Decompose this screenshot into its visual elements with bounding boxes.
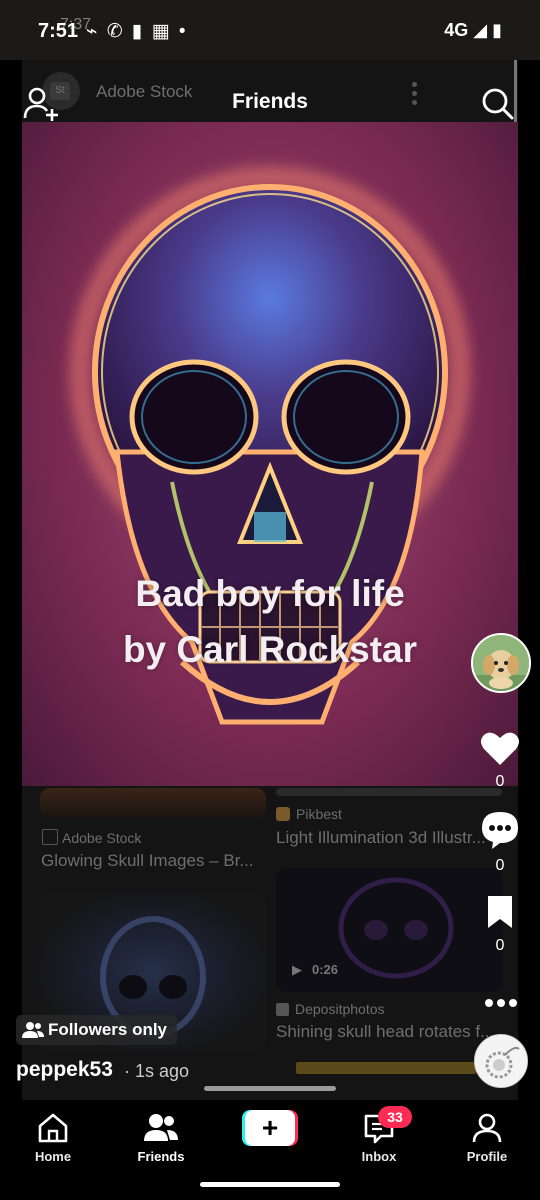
save-button[interactable]: 0 — [478, 894, 522, 955]
inbox-badge: 33 — [378, 1106, 412, 1128]
bg-thumb-video: ▶ 0:26 — [276, 868, 502, 992]
search-icon — [482, 88, 514, 120]
more-options-button[interactable] — [484, 984, 518, 1015]
caption-line-1: Bad boy for life — [135, 573, 405, 614]
visibility-label: Followers only — [48, 1020, 168, 1039]
create-plus-label: + — [261, 1112, 279, 1143]
heart-icon — [481, 732, 519, 765]
status-bar: 7:37 7:51 ⌁ ✆ ▮ ▦ • 4G ◢ ▮ — [0, 0, 540, 60]
nav-friends-label: Friends — [137, 1149, 185, 1164]
caption-line-2: by Carl Rockstar — [122, 629, 418, 670]
save-count: 0 — [495, 937, 505, 954]
comment-count: 0 — [495, 857, 505, 874]
bg-thumb-2-top — [276, 788, 502, 796]
bookmark-icon — [488, 896, 512, 928]
comment-icon — [482, 812, 518, 849]
notification-icons: ⌁ ✆ ▮ ▦ • — [86, 21, 188, 42]
nav-home[interactable]: Home — [8, 1112, 98, 1164]
sound-artwork-icon — [475, 1035, 527, 1087]
bg-thumb-4-top — [296, 1062, 476, 1074]
bg-card3-source: Depositphotos — [276, 1001, 385, 1017]
home-gesture-bar[interactable] — [200, 1182, 340, 1187]
home-icon — [38, 1113, 68, 1143]
status-right-icons: 4G ◢ ▮ — [444, 20, 502, 40]
nav-friends[interactable]: Friends — [116, 1112, 206, 1164]
bg-thumb-1-top — [40, 788, 266, 818]
post-time: · 1s ago — [124, 1061, 190, 1081]
bg-card3-title: Shining skull head rotates f... — [276, 1022, 495, 1041]
neon-skull-illustration — [69, 166, 471, 725]
create-button[interactable]: + — [242, 1110, 298, 1146]
like-count: 0 — [495, 773, 505, 790]
puppy-avatar-image — [473, 635, 529, 691]
post-caption: Bad boy for life by Carl Rockstar — [22, 566, 518, 678]
search-button[interactable] — [480, 86, 514, 120]
bg-card1-source: Adobe Stock — [42, 829, 141, 846]
like-button[interactable]: 0 — [478, 730, 522, 791]
creator-username[interactable]: peppek53 — [16, 1058, 113, 1082]
post-image[interactable] — [22, 122, 518, 786]
progress-handle — [204, 1086, 336, 1091]
bg-card2-source: Pikbest — [276, 806, 342, 822]
people-icon — [22, 1022, 44, 1038]
more-horizontal-icon — [485, 999, 517, 1007]
profile-icon — [472, 1113, 502, 1143]
bg-card2-title: Light Illumination 3d Illustr... — [276, 828, 486, 847]
sound-disc[interactable] — [474, 1034, 528, 1088]
nav-inbox-label: Inbox — [361, 1149, 397, 1164]
nav-profile[interactable]: Profile — [442, 1112, 532, 1164]
bg-video-duration: 0:26 — [312, 962, 339, 977]
bg-card1-title: Glowing Skull Images – Br... — [41, 851, 254, 870]
friends-icon — [144, 1114, 178, 1141]
comment-button[interactable]: 0 — [478, 810, 522, 875]
nav-home-label: Home — [34, 1149, 72, 1164]
creator-avatar[interactable] — [471, 633, 531, 693]
visibility-badge: Followers only — [16, 1015, 178, 1045]
page-title: Friends — [232, 90, 308, 113]
nav-profile-label: Profile — [466, 1149, 508, 1164]
status-time: 7:51 — [38, 20, 79, 42]
